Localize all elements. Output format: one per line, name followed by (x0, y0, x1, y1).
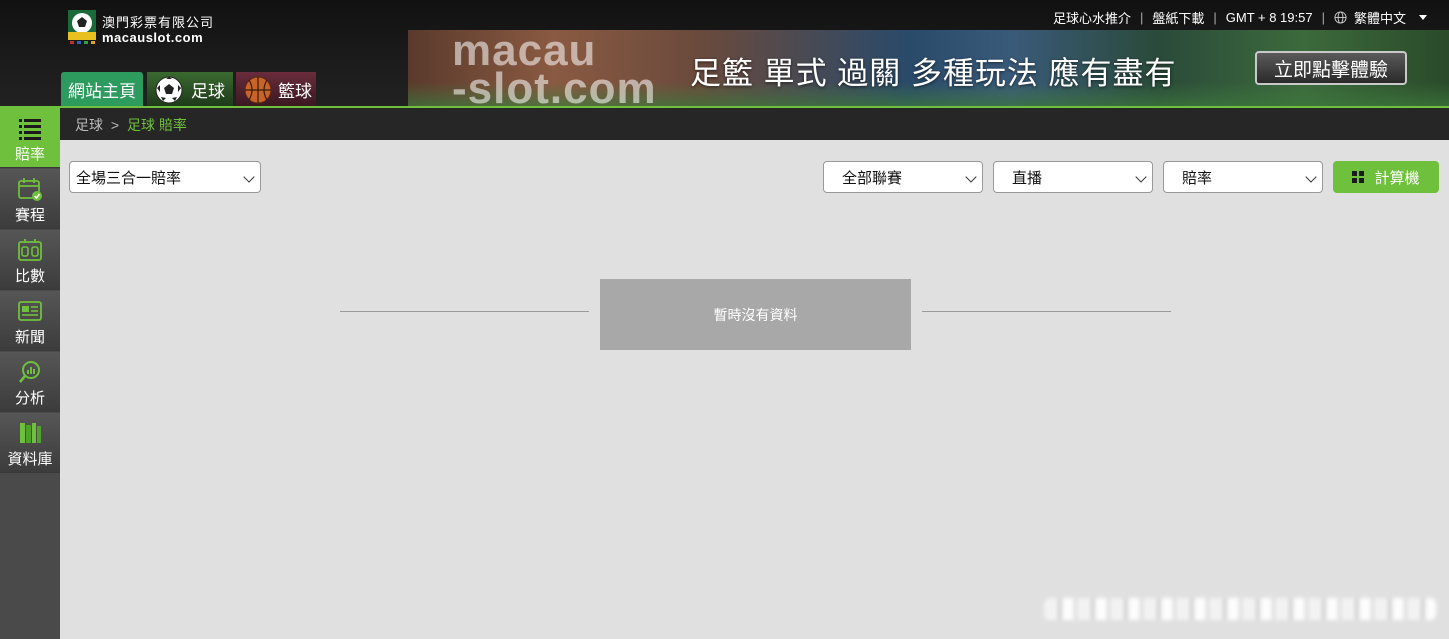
breadcrumb-separator: > (110, 117, 120, 133)
sidebar-item-database[interactable]: 資料庫 (0, 413, 60, 473)
top-links-bar: 足球心水推介 | 盤紙下載 | GMT + 8 19:57 | 繁體中文 (1053, 8, 1427, 26)
divider: | (1321, 9, 1325, 25)
market-type-value: 全場三合一賠率 (76, 169, 182, 187)
sidebar-item-analysis[interactable]: 分析 (0, 352, 60, 412)
breadcrumb-current: 足球 賠率 (126, 117, 187, 133)
sidebar-item-scores[interactable]: 比數 (0, 230, 60, 290)
nav-tab-football-label: 足球 (191, 81, 225, 101)
tips-link[interactable]: 足球心水推介 (1053, 8, 1131, 27)
chevron-down-icon (243, 171, 255, 183)
analysis-magnifier-icon (19, 361, 40, 383)
sidebar-item-label: 新聞 (14, 329, 45, 346)
divider: | (1213, 9, 1217, 25)
chevron-down-icon (1135, 171, 1147, 183)
breadcrumb-bar: 足球 > 足球 賠率 (60, 108, 1449, 140)
calendar-check-icon (18, 178, 42, 201)
nav-tab-basketball[interactable]: 籃球 (236, 72, 316, 106)
chevron-down-icon (1305, 171, 1317, 183)
try-now-button[interactable]: 立即點擊體驗 (1255, 51, 1407, 85)
sidebar-item-label: 分析 (14, 390, 45, 407)
sidebar-item-schedule[interactable]: 賽程 (0, 169, 60, 229)
calculator-label: 計算機 (1374, 169, 1420, 187)
sidebar-item-label: 比數 (14, 268, 45, 285)
calculator-grid-icon (1352, 171, 1365, 183)
scoreboard-icon (18, 239, 42, 261)
clock-readout: GMT + 8 19:57 (1225, 9, 1313, 25)
divider-right (922, 311, 1171, 312)
language-selector[interactable]: 繁體中文 (1354, 8, 1406, 27)
chevron-down-icon (965, 171, 977, 183)
logo-mark-icon (68, 10, 96, 44)
breadcrumb-root[interactable]: 足球 (75, 117, 103, 133)
banner-slogan: 足籃 單式 過關 多種玩法 應有盡有 (690, 56, 1177, 91)
banner-brand-line: -slot.com (452, 64, 657, 107)
live-select[interactable]: 直播 (993, 161, 1153, 193)
nav-tab-football[interactable]: 足球 (147, 72, 233, 106)
site-header: 澳門彩票有限公司 macauslot.com 足球心水推介 | 盤紙下載 | G… (0, 0, 1449, 108)
divider: | (1139, 9, 1144, 25)
soccer-ball-icon (155, 76, 183, 104)
odds-value: 賠率 (1182, 169, 1213, 187)
banner-brand-watermark: macau -slot.com (452, 30, 657, 107)
sidebar-item-news[interactable]: 新聞 (0, 291, 60, 351)
live-value: 直播 (1012, 169, 1043, 187)
books-icon (20, 423, 41, 443)
nav-tab-home[interactable]: 網站主頁 (61, 72, 143, 106)
no-data-message: 暫時沒有資料 (600, 279, 911, 350)
logo-chinese-name: 澳門彩票有限公司 (102, 15, 215, 30)
odds-sheet-download-link[interactable]: 盤紙下載 (1152, 8, 1204, 27)
market-type-select[interactable]: 全場三合一賠率 (69, 161, 261, 193)
blurred-footer-bar (1044, 598, 1436, 620)
promo-banner[interactable]: macau -slot.com 足籃 單式 過關 多種玩法 應有盡有 立即點擊體… (408, 30, 1449, 106)
logo-domain: macauslot.com (102, 30, 204, 45)
sidebar-item-label: 資料庫 (7, 451, 53, 468)
calculator-button[interactable]: 計算機 (1333, 161, 1439, 193)
sidebar: 賠率 賽程 比數 新聞 分析 資料庫 (0, 108, 60, 639)
league-value: 全部聯賽 (842, 169, 903, 187)
basketball-icon (244, 76, 272, 104)
sidebar-item-odds[interactable]: 賠率 (0, 108, 60, 168)
nav-tab-basketball-label: 籃球 (278, 81, 312, 101)
globe-icon (1334, 10, 1347, 24)
sidebar-item-label: 賽程 (14, 207, 45, 224)
chevron-down-icon[interactable] (1419, 14, 1427, 20)
breadcrumb: 足球 > 足球 賠率 (75, 115, 187, 135)
odds-select[interactable]: 賠率 (1163, 161, 1323, 193)
league-select[interactable]: 全部聯賽 (823, 161, 983, 193)
divider-left (340, 311, 589, 312)
list-icon (19, 119, 41, 140)
newspaper-icon (18, 301, 42, 321)
site-logo[interactable]: 澳門彩票有限公司 macauslot.com (68, 10, 218, 48)
main-nav: 網站主頁 足球 籃球 (61, 72, 316, 106)
sidebar-item-label: 賠率 (14, 146, 45, 163)
